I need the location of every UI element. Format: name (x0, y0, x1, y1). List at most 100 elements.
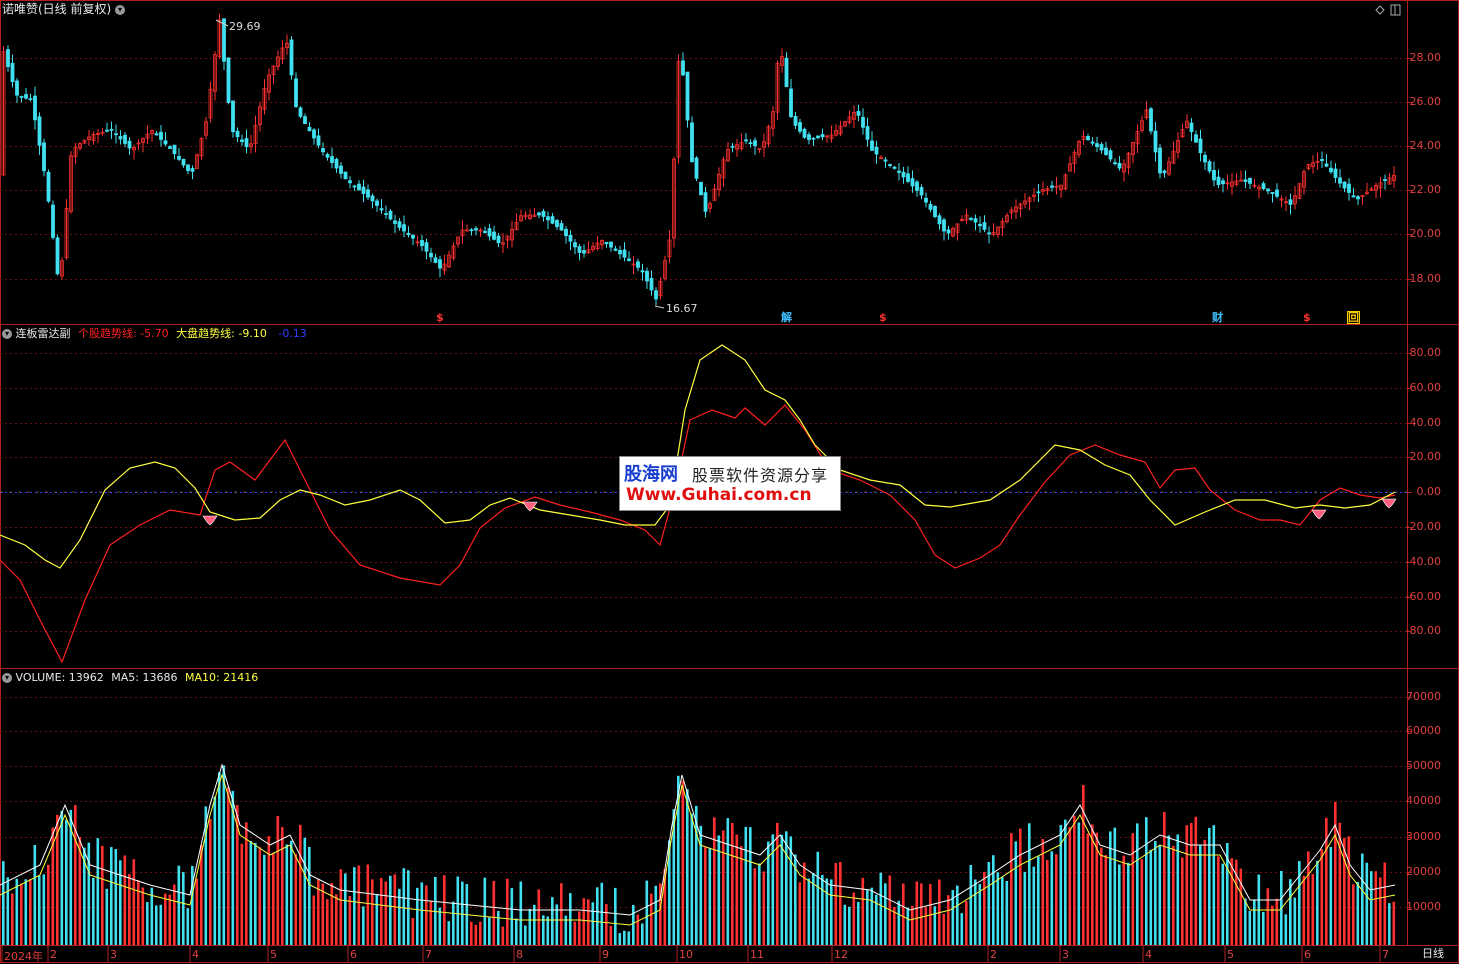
price-axis-tick (1408, 234, 1412, 235)
volume-bar (1320, 849, 1324, 945)
candle-body (123, 134, 127, 144)
volume-bar (92, 877, 95, 945)
stock-trend-line (0, 404, 1396, 664)
candle-body (366, 189, 370, 198)
volume-bar (1365, 862, 1369, 945)
volume-bar (438, 907, 442, 945)
volume-bar (492, 880, 496, 945)
volume-bar (182, 872, 185, 945)
candle-body (1162, 170, 1167, 174)
volume-bar (560, 883, 563, 945)
volume-bar (1271, 905, 1274, 945)
event-marker[interactable]: $ (1303, 311, 1311, 324)
candle-body (10, 62, 15, 83)
volume-bar (587, 899, 590, 945)
volume-bar (456, 876, 460, 945)
volume-bar (546, 916, 550, 945)
volume-bar (227, 787, 230, 945)
ma10-value: MA10: 21416 (184, 671, 259, 684)
candle-body (1158, 147, 1162, 174)
volume-bar (1253, 899, 1256, 945)
volume-bar (920, 883, 923, 945)
volume-bar (96, 838, 100, 945)
volume-bar (623, 930, 626, 945)
candle-body (550, 216, 555, 224)
volume-bar (690, 813, 694, 945)
candle-body (1050, 185, 1054, 188)
watermark-url: Www.Guhai.com.cn (626, 485, 812, 505)
candle-body (564, 228, 568, 237)
candle-body (1203, 154, 1207, 163)
volume-bar (1311, 874, 1315, 945)
candle-body (357, 183, 361, 191)
indicator-axis-label: 20.00 (1409, 450, 1442, 463)
volume-bar (411, 917, 415, 945)
candle-body (699, 181, 703, 196)
candle-body (933, 205, 937, 217)
volume-header: ▾ VOLUME: 13962 MA5: 13686 MA10: 21416 (2, 671, 258, 684)
volume-bar (245, 822, 248, 945)
candle-body (1333, 168, 1338, 178)
volume-bar (722, 830, 725, 945)
volume-bar (870, 887, 874, 945)
volume-bar (29, 879, 32, 945)
volume-bar (965, 901, 968, 945)
candle-body (1194, 134, 1198, 143)
candle-body (33, 95, 37, 121)
volume-bar (1181, 857, 1184, 945)
volume-bar (177, 865, 181, 945)
volume-bar (312, 895, 316, 945)
volume-bar (555, 904, 559, 945)
event-marker[interactable]: $ (879, 311, 887, 324)
diamond-icon (522, 501, 538, 512)
x-axis-label: 7 (1382, 948, 1389, 961)
volume-bar (150, 887, 154, 945)
volume-bar (1194, 816, 1198, 945)
event-marker[interactable]: 解 (781, 311, 792, 324)
x-axis-label: 8 (516, 948, 523, 961)
candle-body (433, 257, 438, 263)
volume-bar (1298, 861, 1301, 945)
volume-bar (537, 889, 541, 945)
candle-body (244, 138, 249, 148)
volume-bar (15, 878, 19, 945)
volume-bar (519, 881, 523, 945)
stock-trend-value: 个股趋势线: -5.70 (78, 327, 169, 340)
volume-bar (636, 914, 640, 945)
x-axis-label: 2 (50, 948, 57, 961)
candle-body (370, 195, 375, 202)
volume-bar (303, 837, 307, 945)
candle-body (1356, 196, 1360, 200)
period-label[interactable]: 日线 (1422, 947, 1444, 960)
volume-bar (420, 882, 424, 945)
candle-body (1104, 147, 1108, 155)
event-marker[interactable]: 财 (1212, 311, 1223, 324)
volume-bar (380, 877, 383, 945)
candle-body (622, 249, 627, 258)
event-marker[interactable]: $ (436, 311, 444, 324)
x-axis-label: 7 (425, 948, 432, 961)
watermark-brand: 股海网 (624, 464, 678, 485)
candle-body (496, 235, 501, 244)
volume-bar (443, 875, 446, 945)
volume-bar (1041, 839, 1045, 945)
chevron-down-icon[interactable]: ▾ (2, 329, 12, 339)
candle-body (604, 242, 609, 245)
candle-body (6, 49, 10, 68)
candle-body (298, 107, 303, 117)
candle-body (555, 220, 559, 228)
candle-body (627, 258, 631, 262)
candle-body (307, 126, 312, 132)
volume-bar (497, 910, 500, 945)
candle-body (811, 137, 816, 140)
candle-body (55, 237, 60, 275)
volume-bar (573, 921, 577, 945)
volume-bar (857, 901, 860, 945)
candle-body (438, 259, 442, 269)
event-marker[interactable]: 回 (1347, 311, 1360, 324)
candle-body (924, 197, 928, 203)
chevron-down-icon[interactable]: ▾ (115, 4, 126, 15)
stock-title-row[interactable]: 诺唯赞(日线 前复权) ▾ (2, 3, 126, 16)
watermark-logo: 股海网 股票软件资源分享 Www.Guhai.com.cn (619, 456, 841, 511)
chevron-down-icon[interactable]: ▾ (2, 673, 12, 683)
